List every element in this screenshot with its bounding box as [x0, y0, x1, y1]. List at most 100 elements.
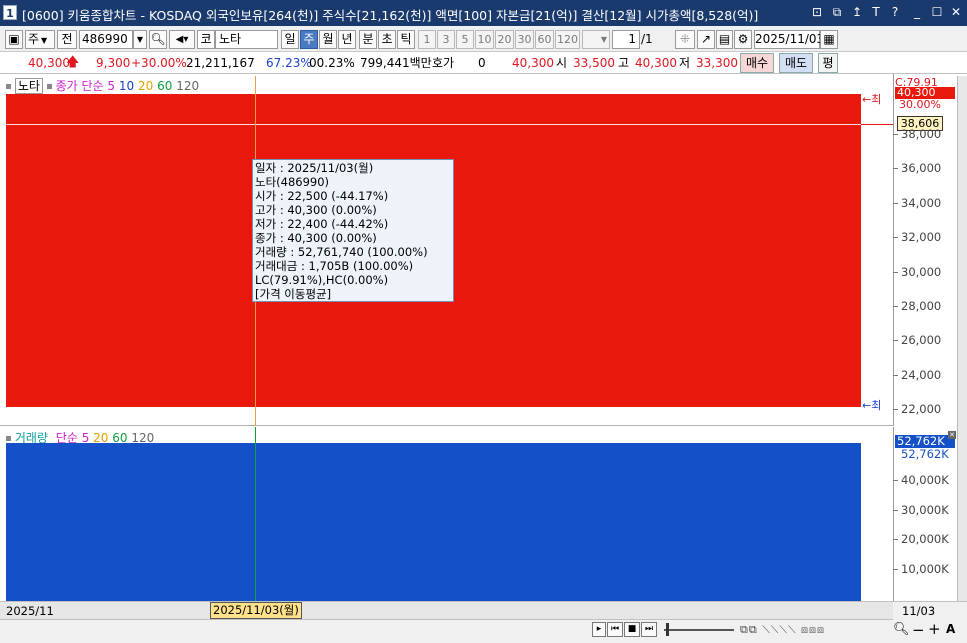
price-axis-tick-label: 22,000	[901, 402, 942, 417]
interval-5[interactable]: 5	[456, 30, 474, 49]
date-input[interactable]: 2025/11/03	[754, 30, 824, 49]
ratio-1: 67.23%	[266, 56, 312, 70]
legend-ma-5: 5	[107, 79, 116, 93]
crosshair-icon[interactable]: ⁜	[675, 30, 695, 49]
price-axis-tick-label: 34,000	[901, 195, 942, 210]
price-axis-tick-label: 38,000	[901, 127, 942, 141]
window-index-badge: 1	[3, 5, 17, 20]
zoom-out-icon[interactable]: −	[912, 621, 925, 639]
tab-month[interactable]: 월	[319, 30, 337, 49]
tab-second[interactable]: 초	[378, 30, 396, 49]
tooltip-line: 거래대금 : 1,705B (100.00%)	[255, 259, 414, 273]
stock-name-field[interactable]: 노타	[215, 30, 278, 49]
text-icon[interactable]: T	[869, 5, 883, 19]
tab-year[interactable]: 년	[338, 30, 356, 49]
interval-120[interactable]: 120	[555, 30, 580, 49]
time-axis-right-date: 11/03	[902, 604, 936, 618]
axis-badge-pct: 30.00%	[899, 98, 941, 111]
volume: 21,211,167	[186, 56, 255, 70]
interval-dropdown[interactable]: ▼	[582, 30, 610, 49]
hoga-price: 40,300	[512, 56, 554, 70]
chevron-down-icon: ▼	[41, 36, 48, 45]
price-axis-tick-label: 26,000	[901, 333, 942, 348]
gear-icon[interactable]: ⚙	[734, 30, 752, 49]
period-select[interactable]: 주 ▼	[25, 30, 55, 49]
volume-bar	[6, 443, 861, 601]
price-axis-tick-label: 36,000	[901, 161, 942, 176]
tab-week[interactable]: 주	[300, 30, 318, 49]
close-panel-icon[interactable]: ✕	[948, 431, 956, 439]
font-size-icon[interactable]: A	[946, 622, 955, 636]
interval-30[interactable]: 30	[515, 30, 534, 49]
price-axis-tickmark	[893, 202, 898, 204]
high-marker: ←최	[862, 93, 882, 106]
window-title: [0600] 키움종합차트 - KOSDAQ 외국인보유[264(천)] 주식수…	[22, 8, 759, 23]
play-icon[interactable]: ▸	[592, 622, 606, 637]
volume-axis-tickmark	[893, 509, 898, 511]
stock-code-input[interactable]: 486990	[79, 30, 133, 49]
interval-20[interactable]: 20	[495, 30, 514, 49]
crosshair-vertical-volume	[255, 427, 256, 601]
ratio-2: 00.23%	[309, 56, 355, 70]
open-value: 33,500	[573, 56, 615, 70]
tab-day[interactable]: 일	[281, 30, 299, 49]
zoom-in-icon[interactable]: +	[928, 620, 941, 638]
page-input[interactable]: 1	[612, 30, 640, 49]
stop-icon[interactable]: ■	[624, 622, 640, 637]
sell-button[interactable]: 매도	[779, 53, 813, 73]
tooltip-line: 거래량 : 52,761,740 (100.00%)	[255, 245, 428, 259]
buy-button[interactable]: 매수	[740, 53, 774, 73]
low-label: 저	[679, 56, 691, 70]
volume-axis-tick-label: 10,000K	[901, 562, 949, 577]
interval-60[interactable]: 60	[535, 30, 554, 49]
search-icon[interactable]: 🔍︎	[149, 30, 167, 49]
drawing-tools-icons[interactable]: ⧉⧉ ⟍⟍⟍⟍ ⧇⧇⧇	[740, 623, 825, 637]
close-icon[interactable]: ✕	[949, 5, 963, 19]
tab-minute[interactable]: 분	[359, 30, 377, 49]
price-axis-tickmark	[893, 134, 898, 135]
time-axis-cursor-date: 2025/11/03(월)	[210, 602, 302, 619]
price-axis-tickmark	[893, 340, 898, 342]
bottom-bar: 2025/11 2025/11/03(월) 11/03 ▸ ⏮ ■ ⏭ ⧉⧉ ⟍…	[0, 601, 967, 643]
all-button[interactable]: 전	[57, 30, 77, 49]
legend-bullet	[46, 84, 52, 89]
vertical-scrollbar[interactable]	[957, 76, 967, 601]
help-icon[interactable]: ?	[888, 5, 902, 19]
copy-icon[interactable]: ⧉	[830, 5, 844, 19]
toolbar: ▣ 주 ▼ 전 486990 ▼ 🔍︎ ◀▾ 코 노타 일 주 월 년 분 초 틱…	[0, 26, 967, 52]
legend-ma-10: 10	[118, 79, 135, 93]
price-axis-tick-label: 24,000	[901, 367, 942, 382]
interval-1[interactable]: 1	[418, 30, 436, 49]
last-icon[interactable]: ⏭	[641, 622, 657, 637]
minimize-icon[interactable]: _	[910, 5, 924, 19]
legend-stock-name[interactable]: 노타	[14, 78, 43, 94]
legend-ma-60: 60	[157, 79, 173, 93]
speaker-icon[interactable]: ◀▾	[169, 30, 195, 49]
maximize-icon[interactable]: ☐	[930, 5, 944, 19]
interval-10[interactable]: 10	[475, 30, 494, 49]
interval-3[interactable]: 3	[437, 30, 455, 49]
first-icon[interactable]: ⏮	[607, 622, 623, 637]
volume-axis-tickmark	[893, 539, 898, 541]
eval-button[interactable]: 평	[818, 53, 838, 73]
save-icon[interactable]: ▤	[716, 30, 733, 49]
zoom-slider-handle[interactable]	[666, 623, 669, 636]
calendar-icon[interactable]: ▦	[820, 30, 838, 49]
layout-icon[interactable]: ▣	[5, 30, 23, 49]
indicator-add-icon[interactable]: ↗	[697, 30, 715, 49]
zoom-slider-track[interactable]	[664, 629, 734, 631]
time-axis-left-date: 2025/11	[6, 604, 54, 618]
legend-ma-20: 20	[137, 79, 154, 93]
screen-icon[interactable]: ⊡	[810, 5, 824, 19]
chevron-down-icon[interactable]: ▼	[133, 30, 147, 49]
zoom-search-icon[interactable]: 🔍︎	[893, 622, 910, 637]
price-change-pct: +30.00%	[131, 56, 187, 70]
legend-ma-120: 120	[176, 79, 200, 93]
current-price: 40,300	[28, 56, 70, 70]
crosshair-horizontal	[6, 124, 893, 125]
tab-tick[interactable]: 틱	[397, 30, 415, 49]
pin-icon[interactable]: ↥	[850, 5, 864, 19]
legend-indicator[interactable]: 종가 단순	[56, 79, 104, 93]
price-legend: 노타 종가 단순 5 10 20 60 120	[6, 77, 200, 94]
quote-row: 40,300 🡅 9,300 +30.00% 21,211,167 67.23%…	[0, 52, 967, 74]
